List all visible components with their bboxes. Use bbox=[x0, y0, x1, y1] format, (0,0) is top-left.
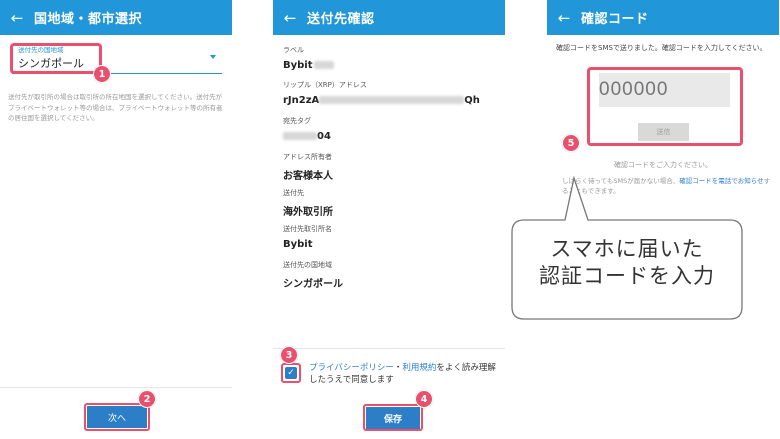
field-destination-tag: 宛先タグ 04 bbox=[283, 116, 331, 142]
field-value-text: Qh bbox=[464, 95, 480, 106]
field-exchange-name: 送付先取引所名 Bybit bbox=[283, 224, 332, 250]
redacted-text bbox=[283, 132, 317, 140]
app-bar: ← 送付先確認 bbox=[273, 0, 505, 35]
highlight-box bbox=[363, 404, 423, 431]
step-marker-1: 1 bbox=[93, 65, 111, 83]
arrow-left-icon[interactable]: ← bbox=[0, 9, 34, 27]
destination-confirm-screen: ← 送付先確認 ラベル Bybit リップル（XRP）アドレス rJn2zA Qh… bbox=[273, 0, 505, 439]
field-label: リップル（XRP）アドレス bbox=[283, 81, 367, 89]
field-label: 送付先の国地域 bbox=[283, 261, 332, 269]
field-xrp-address: リップル（XRP）アドレス rJn2zA Qh bbox=[283, 80, 480, 106]
callout-line: スマホに届いた bbox=[550, 237, 704, 261]
field-value-text: 04 bbox=[317, 131, 331, 142]
resend-prefix: しばらく待ってもSMSが届かない場合、 bbox=[562, 177, 680, 185]
terms-link[interactable]: 利用規約 bbox=[402, 363, 436, 373]
field-label: 送付先取引所名 bbox=[283, 225, 332, 233]
highlight-box bbox=[281, 363, 301, 383]
step-marker-4: 4 bbox=[415, 390, 433, 408]
step-marker-2: 2 bbox=[138, 390, 156, 408]
callout-line: 認証コードを入力 bbox=[539, 264, 715, 288]
field-value: 海外取引所 bbox=[283, 207, 333, 218]
verify-code-screen: ← 確認コード 確認コードをSMSで送りました。確認コードを入力してください。 … bbox=[547, 0, 779, 439]
field-value: お客様本人 bbox=[283, 171, 333, 182]
agree-text: プライバシーポリシー・利用規約をよく読み理解したうえで同意します bbox=[309, 362, 499, 386]
highlight-box bbox=[587, 67, 743, 146]
app-bar: ← 確認コード bbox=[547, 0, 779, 35]
field-value: Bybit bbox=[283, 239, 313, 250]
privacy-policy-link[interactable]: プライバシーポリシー bbox=[309, 363, 394, 373]
field-destination-type: 送付先 海外取引所 bbox=[283, 188, 333, 218]
field-value-text: Bybit bbox=[283, 60, 313, 71]
field-label: 宛先タグ bbox=[283, 117, 311, 125]
code-hint: 確認コードをご入力ください。 bbox=[614, 161, 712, 169]
callout-text: スマホに届いた 認証コードを入力 bbox=[512, 236, 742, 290]
field-value: Bybit bbox=[283, 60, 334, 71]
sms-sent-message: 確認コードをSMSで送りました。確認コードを入力してください。 bbox=[556, 44, 767, 52]
resend-note: しばらく待ってもSMSが届かない場合、確認コードを電話でお知らせすることもできま… bbox=[562, 176, 772, 196]
arrow-left-icon[interactable]: ← bbox=[547, 9, 581, 27]
region-select-screen: ← 国地域・都市選択 送付先の国地域 シンガポール 送付先が取引所の場合は取引所… bbox=[0, 0, 232, 439]
field-destination-country: 送付先の国地域 シンガポール bbox=[283, 260, 343, 290]
highlight-box bbox=[84, 403, 150, 431]
screen-title: 確認コード bbox=[581, 12, 649, 27]
phone-notify-link[interactable]: 確認コードを電話でお知らせ bbox=[679, 177, 763, 185]
highlight-box bbox=[10, 43, 102, 74]
field-label-name: ラベル Bybit bbox=[283, 45, 334, 71]
field-value-text: rJn2zA bbox=[283, 95, 320, 106]
field-label: 送付先 bbox=[283, 189, 304, 197]
field-value: 04 bbox=[283, 131, 331, 142]
field-label: アドレス所有者 bbox=[283, 153, 332, 161]
redacted-text bbox=[313, 61, 334, 69]
field-value: シンガポール bbox=[283, 279, 343, 290]
field-address-owner: アドレス所有者 お客様本人 bbox=[283, 152, 333, 182]
chevron-down-icon[interactable] bbox=[210, 55, 216, 59]
step-marker-3: 3 bbox=[280, 346, 298, 364]
arrow-left-icon[interactable]: ← bbox=[273, 9, 307, 27]
country-note: 送付先が取引所の場合は取引所の所在地国を選択してください。送付先がプライベートウ… bbox=[8, 93, 223, 122]
redacted-text bbox=[319, 96, 465, 104]
app-bar: ← 国地域・都市選択 bbox=[0, 0, 232, 35]
screen-title: 送付先確認 bbox=[307, 12, 375, 27]
screen-title: 国地域・都市選択 bbox=[34, 12, 143, 27]
step-marker-5: 5 bbox=[562, 134, 580, 152]
field-value: rJn2zA Qh bbox=[283, 95, 480, 106]
field-label: ラベル bbox=[283, 46, 304, 54]
